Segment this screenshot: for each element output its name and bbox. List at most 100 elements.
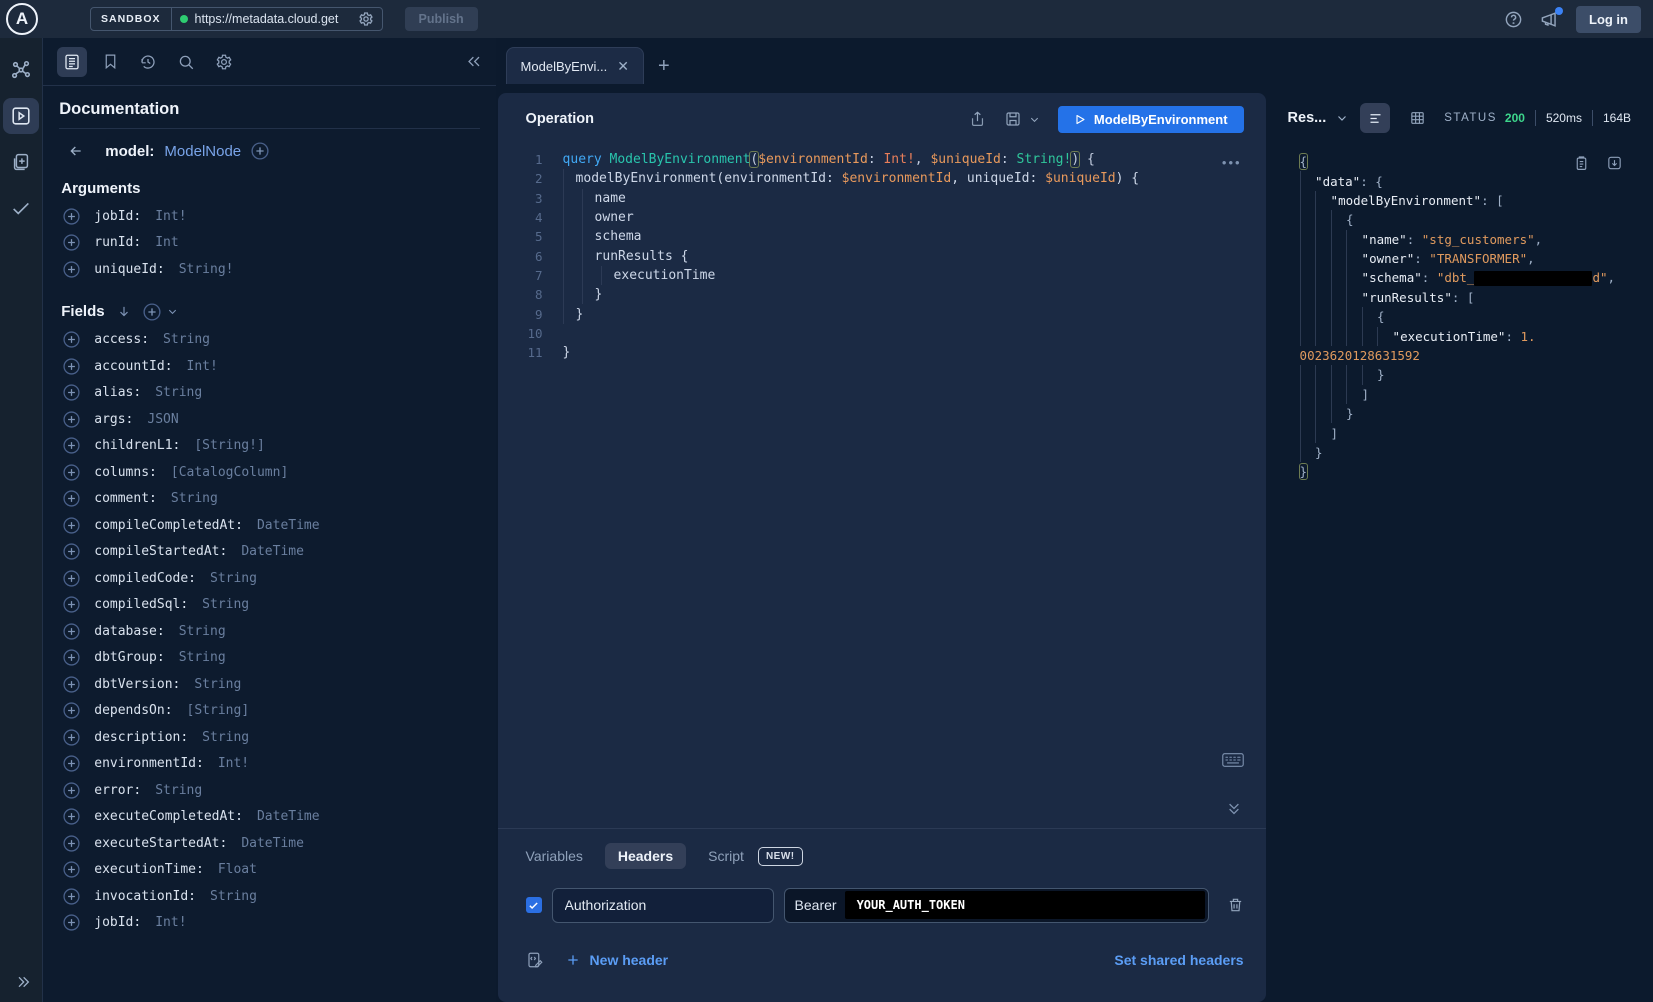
doc-field-name[interactable]: dbtGroup: bbox=[94, 650, 164, 665]
code-line[interactable]: 4owner bbox=[498, 208, 1266, 227]
argument-row[interactable]: jobId: Int! bbox=[63, 203, 479, 230]
add-to-query-plus-icon[interactable] bbox=[63, 234, 80, 251]
doc-field-type[interactable]: String bbox=[202, 730, 249, 745]
doc-field-type[interactable]: String bbox=[155, 385, 202, 400]
code-line[interactable]: 3name bbox=[498, 189, 1266, 208]
new-tab-plus-icon[interactable]: + bbox=[658, 56, 670, 84]
explorer-settings-gear-icon[interactable] bbox=[209, 47, 239, 77]
field-row[interactable]: access:String bbox=[63, 327, 479, 354]
doc-field-name[interactable]: runId: bbox=[94, 235, 141, 250]
code-line[interactable]: 7executionTime bbox=[498, 266, 1266, 285]
doc-field-type[interactable]: Int! bbox=[155, 209, 186, 224]
field-row[interactable]: comment: String bbox=[63, 486, 479, 513]
add-all-fields-icon[interactable] bbox=[143, 303, 178, 321]
saved-operations-bookmark-icon[interactable] bbox=[95, 47, 125, 77]
add-to-query-plus-icon[interactable] bbox=[63, 782, 80, 799]
doc-field-name[interactable]: environmentId: bbox=[94, 756, 204, 771]
tab-headers[interactable]: Headers bbox=[605, 843, 686, 869]
history-icon[interactable] bbox=[133, 47, 163, 77]
code-line[interactable]: 8} bbox=[498, 285, 1266, 304]
doc-field-type[interactable]: [String] bbox=[187, 703, 250, 718]
add-to-query-plus-icon[interactable] bbox=[63, 437, 80, 454]
save-menu-chevron-icon[interactable] bbox=[1029, 114, 1040, 125]
doc-field-type[interactable]: String bbox=[179, 650, 226, 665]
field-row[interactable]: dbtGroup: String bbox=[63, 645, 479, 672]
doc-field-type[interactable]: DateTime bbox=[241, 544, 304, 559]
nav-operation-collections-icon[interactable] bbox=[3, 144, 39, 180]
doc-field-name[interactable]: columns: bbox=[94, 465, 157, 480]
set-shared-headers-link[interactable]: Set shared headers bbox=[1114, 952, 1243, 968]
doc-field-type[interactable]: String bbox=[179, 624, 226, 639]
breadcrumb-type-link[interactable]: ModelNode bbox=[164, 143, 241, 160]
add-to-query-plus-icon[interactable] bbox=[63, 464, 80, 481]
new-header-button[interactable]: New header bbox=[566, 952, 669, 968]
doc-field-name[interactable]: access: bbox=[94, 332, 149, 347]
expand-rail-chevrons-icon[interactable] bbox=[0, 974, 45, 990]
field-row[interactable]: args:JSON bbox=[63, 406, 479, 433]
header-name-input[interactable] bbox=[552, 888, 774, 923]
keyboard-shortcuts-icon[interactable] bbox=[1222, 752, 1244, 768]
collapse-bottom-panel-icon[interactable] bbox=[1226, 801, 1242, 816]
code-line[interactable]: 6runResults { bbox=[498, 246, 1266, 265]
doc-field-name[interactable]: compiledSql: bbox=[94, 597, 188, 612]
add-to-query-plus-icon[interactable] bbox=[63, 596, 80, 613]
field-row[interactable]: dbtVersion: String bbox=[63, 671, 479, 698]
doc-field-name[interactable]: accountId: bbox=[94, 359, 172, 374]
doc-field-name[interactable]: dependsOn: bbox=[94, 703, 172, 718]
add-to-query-plus-icon[interactable] bbox=[63, 835, 80, 852]
add-to-query-plus-icon[interactable] bbox=[63, 384, 80, 401]
add-to-query-plus-icon[interactable] bbox=[63, 676, 80, 693]
add-to-query-plus-icon[interactable] bbox=[63, 331, 80, 348]
add-to-query-plus-icon[interactable] bbox=[63, 729, 80, 746]
editor-overflow-menu-icon[interactable]: ••• bbox=[1222, 155, 1242, 170]
run-operation-button[interactable]: ModelByEnvironment bbox=[1058, 106, 1244, 133]
code-line[interactable]: 11} bbox=[498, 343, 1266, 362]
doc-field-type[interactable]: String bbox=[210, 889, 257, 904]
doc-field-name[interactable]: compileCompletedAt: bbox=[94, 518, 243, 533]
close-tab-icon[interactable]: ✕ bbox=[617, 58, 629, 75]
login-button[interactable]: Log in bbox=[1576, 6, 1641, 33]
doc-field-name[interactable]: compileStartedAt: bbox=[94, 544, 227, 559]
add-to-query-plus-icon[interactable] bbox=[63, 358, 80, 375]
doc-field-name[interactable]: uniqueId: bbox=[94, 262, 164, 277]
table-view-toggle-icon[interactable] bbox=[1402, 103, 1432, 133]
tab-script[interactable]: Script bbox=[708, 848, 744, 864]
add-to-query-plus-icon[interactable] bbox=[63, 517, 80, 534]
doc-field-type[interactable]: String bbox=[194, 677, 241, 692]
doc-field-name[interactable]: database: bbox=[94, 624, 164, 639]
doc-field-type[interactable]: Int bbox=[155, 235, 178, 250]
header-prefill-icon[interactable] bbox=[526, 951, 544, 969]
header-value-field[interactable]: Bearer YOUR_AUTH_TOKEN bbox=[784, 888, 1209, 923]
field-row[interactable]: environmentId:Int! bbox=[63, 751, 479, 778]
doc-field-type[interactable]: JSON bbox=[147, 412, 178, 427]
nav-checks-icon[interactable] bbox=[3, 190, 39, 226]
doc-field-name[interactable]: description: bbox=[94, 730, 188, 745]
field-row[interactable]: invocationId: String bbox=[63, 883, 479, 910]
doc-field-name[interactable]: jobId: bbox=[94, 209, 141, 224]
collapse-panel-icon[interactable] bbox=[466, 54, 482, 69]
doc-field-name[interactable]: executeStartedAt: bbox=[94, 836, 227, 851]
tab-variables[interactable]: Variables bbox=[526, 848, 583, 864]
add-to-query-plus-icon[interactable] bbox=[63, 261, 80, 278]
field-row[interactable]: childrenL1:[String!] bbox=[63, 433, 479, 460]
sort-fields-icon[interactable] bbox=[117, 304, 131, 319]
doc-field-name[interactable]: invocationId: bbox=[94, 889, 196, 904]
add-to-query-plus-icon[interactable] bbox=[63, 808, 80, 825]
help-icon[interactable] bbox=[1504, 10, 1523, 29]
doc-field-name[interactable]: executeCompletedAt: bbox=[94, 809, 243, 824]
doc-field-type[interactable]: String bbox=[210, 571, 257, 586]
argument-row[interactable]: runId: Int bbox=[63, 230, 479, 257]
doc-field-name[interactable]: comment: bbox=[94, 491, 157, 506]
add-to-query-plus-icon[interactable] bbox=[63, 411, 80, 428]
add-to-query-plus-icon[interactable] bbox=[63, 570, 80, 587]
publish-button[interactable]: Publish bbox=[405, 7, 478, 31]
doc-field-name[interactable]: executionTime: bbox=[94, 862, 204, 877]
doc-field-type[interactable]: String bbox=[171, 491, 218, 506]
add-to-query-plus-icon[interactable] bbox=[63, 755, 80, 772]
back-arrow-icon[interactable] bbox=[67, 143, 85, 159]
field-row[interactable]: accountId:Int! bbox=[63, 353, 479, 380]
doc-field-name[interactable]: dbtVersion: bbox=[94, 677, 180, 692]
raw-view-toggle-icon[interactable] bbox=[1360, 103, 1390, 133]
field-row[interactable]: error:String bbox=[63, 777, 479, 804]
code-line[interactable]: 5schema bbox=[498, 227, 1266, 246]
